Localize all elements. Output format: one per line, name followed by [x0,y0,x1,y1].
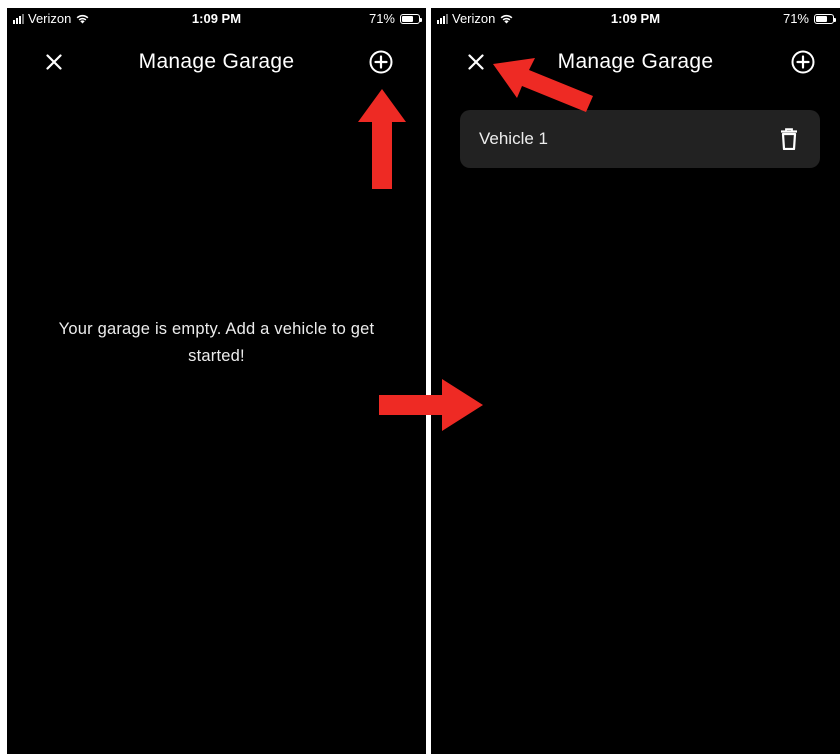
annotation-arrow-right-icon [379,379,483,431]
nav-bar: Manage Garage [7,46,426,78]
battery-icon [814,13,836,24]
add-circle-icon [369,50,393,74]
page-title: Manage Garage [138,50,295,73]
status-bar-right: 71% [782,11,836,26]
add-vehicle-button[interactable] [368,49,394,75]
phone-screen-empty-garage: Verizon 1:09 PM 71% Manage Garage Your g… [7,8,426,754]
add-circle-icon [791,50,815,74]
vehicle-name: Vehicle 1 [479,129,548,148]
battery-icon [400,13,422,24]
annotation-arrow-up-icon [358,89,406,189]
comparison-stage: Verizon 1:09 PM 71% Manage Garage Your g… [0,0,840,754]
status-bar-right: 71% [368,11,422,26]
phone-screen-garage-with-vehicle: Verizon 1:09 PM 71% Manage Garage Vehicl… [431,8,840,754]
status-bar: Verizon 1:09 PM 71% [7,8,426,30]
battery-percent: 71% [368,11,395,26]
empty-garage-message: Your garage is empty. Add a vehicle to g… [58,320,375,365]
add-vehicle-button[interactable] [790,49,816,75]
battery-percent: 71% [782,11,809,26]
status-time: 1:09 PM [610,11,661,26]
trash-icon[interactable] [780,128,798,150]
status-time: 1:09 PM [191,11,242,26]
vehicle-list-item[interactable]: Vehicle 1 [460,110,820,168]
status-bar: Verizon 1:09 PM 71% [431,8,840,30]
annotation-arrow-close-icon [493,58,593,112]
